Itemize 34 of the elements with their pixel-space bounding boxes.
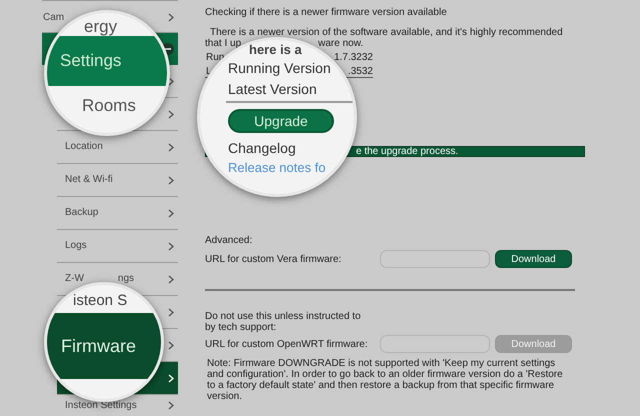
magnified-text: Latest Version — [228, 81, 317, 97]
notice-text: ware now. — [318, 38, 364, 49]
section-title: Advanced: — [205, 235, 254, 246]
upgrade-button[interactable]: Upgrade — [228, 109, 334, 133]
magnified-text: ergy — [84, 19, 118, 35]
url-input-field[interactable] — [380, 250, 490, 268]
field-label: URL for custom OpenWRT firmware: — [205, 338, 369, 350]
sidebar-item-label[interactable]: Location — [65, 142, 103, 152]
sidebar-item-label[interactable]: Backup — [65, 208, 98, 218]
url-input-field[interactable] — [380, 335, 490, 353]
warning-text: Do not use this unless instructed to by tech support: — [205, 311, 362, 333]
magnified-text: Running Version — [228, 60, 331, 76]
version-label: Run — [205, 52, 224, 63]
status-text: Checking if there is a newer firmware version available — [205, 7, 448, 18]
note-text: Note: Firmware DOWNGRADE is not supported with 'Keep my current settings and configuration'. In order to go back to an older firmware version do a 'Restore to a factory default state' and then restore a backup from that specific firmware version. — [206, 358, 564, 402]
sidebar-item-label[interactable]: Logs — [65, 241, 87, 251]
menu-item[interactable]: Settings — [47, 36, 167, 86]
magnified-text: Changelog — [228, 140, 296, 156]
sidebar-item-label[interactable]: Net & Wi-fi — [65, 175, 113, 185]
sidebar-item-label[interactable]: Cam — [43, 12, 64, 22]
notice-text: that I up — [205, 38, 242, 49]
progress-text: e the upgrade process. — [356, 146, 458, 157]
menu-item[interactable]: Firmware — [47, 313, 161, 379]
download-button[interactable]: Download — [495, 250, 572, 268]
version-value: 1.7.3232 — [334, 52, 373, 63]
magnified-text: Rooms — [82, 98, 136, 114]
version-value: .3532 — [348, 66, 373, 77]
sidebar-item-label[interactable]: Insteon Settings — [65, 400, 137, 410]
sidebar-item-label[interactable]: Z-W — [65, 274, 84, 284]
magnified-text: here is a — [249, 42, 302, 58]
magnified-text: isteon S — [73, 293, 128, 309]
sidebar-item-label[interactable]: ngs — [118, 274, 134, 284]
field-label: URL for custom Vera firmware: — [205, 254, 342, 264]
notice-text: There is a newer version of the software available, and it's highly recommended — [209, 27, 564, 38]
